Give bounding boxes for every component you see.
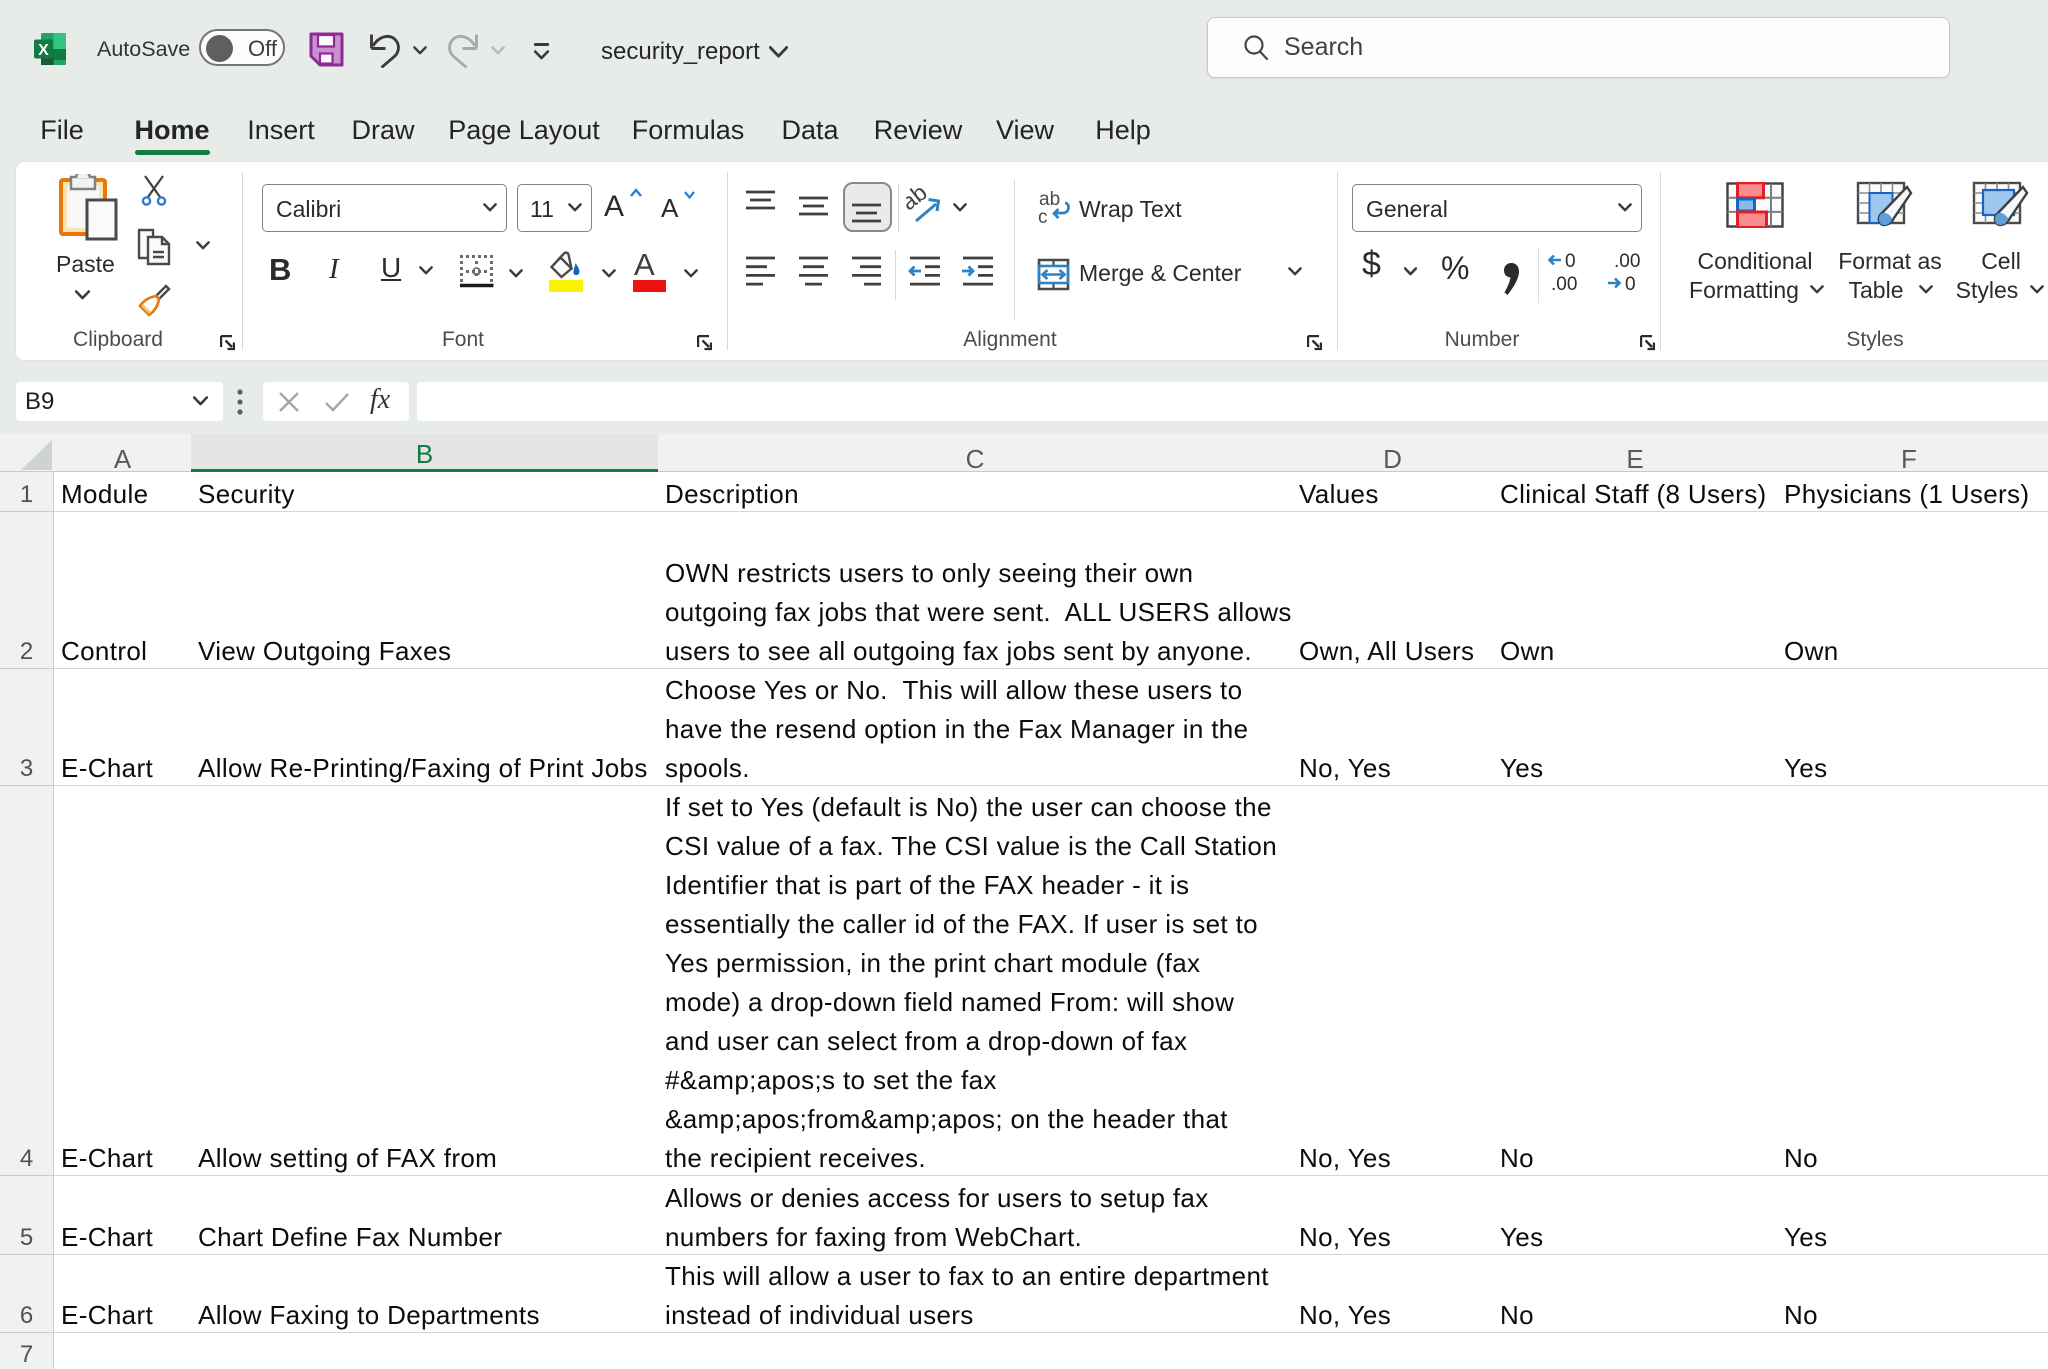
svg-text:.00: .00 bbox=[1614, 252, 1640, 272]
svg-text:X: X bbox=[38, 42, 49, 59]
svg-text:.00: .00 bbox=[1551, 274, 1577, 294]
svg-text:0: 0 bbox=[1565, 252, 1576, 272]
svg-text:0: 0 bbox=[1625, 274, 1636, 294]
svg-text:c: c bbox=[1038, 207, 1048, 227]
